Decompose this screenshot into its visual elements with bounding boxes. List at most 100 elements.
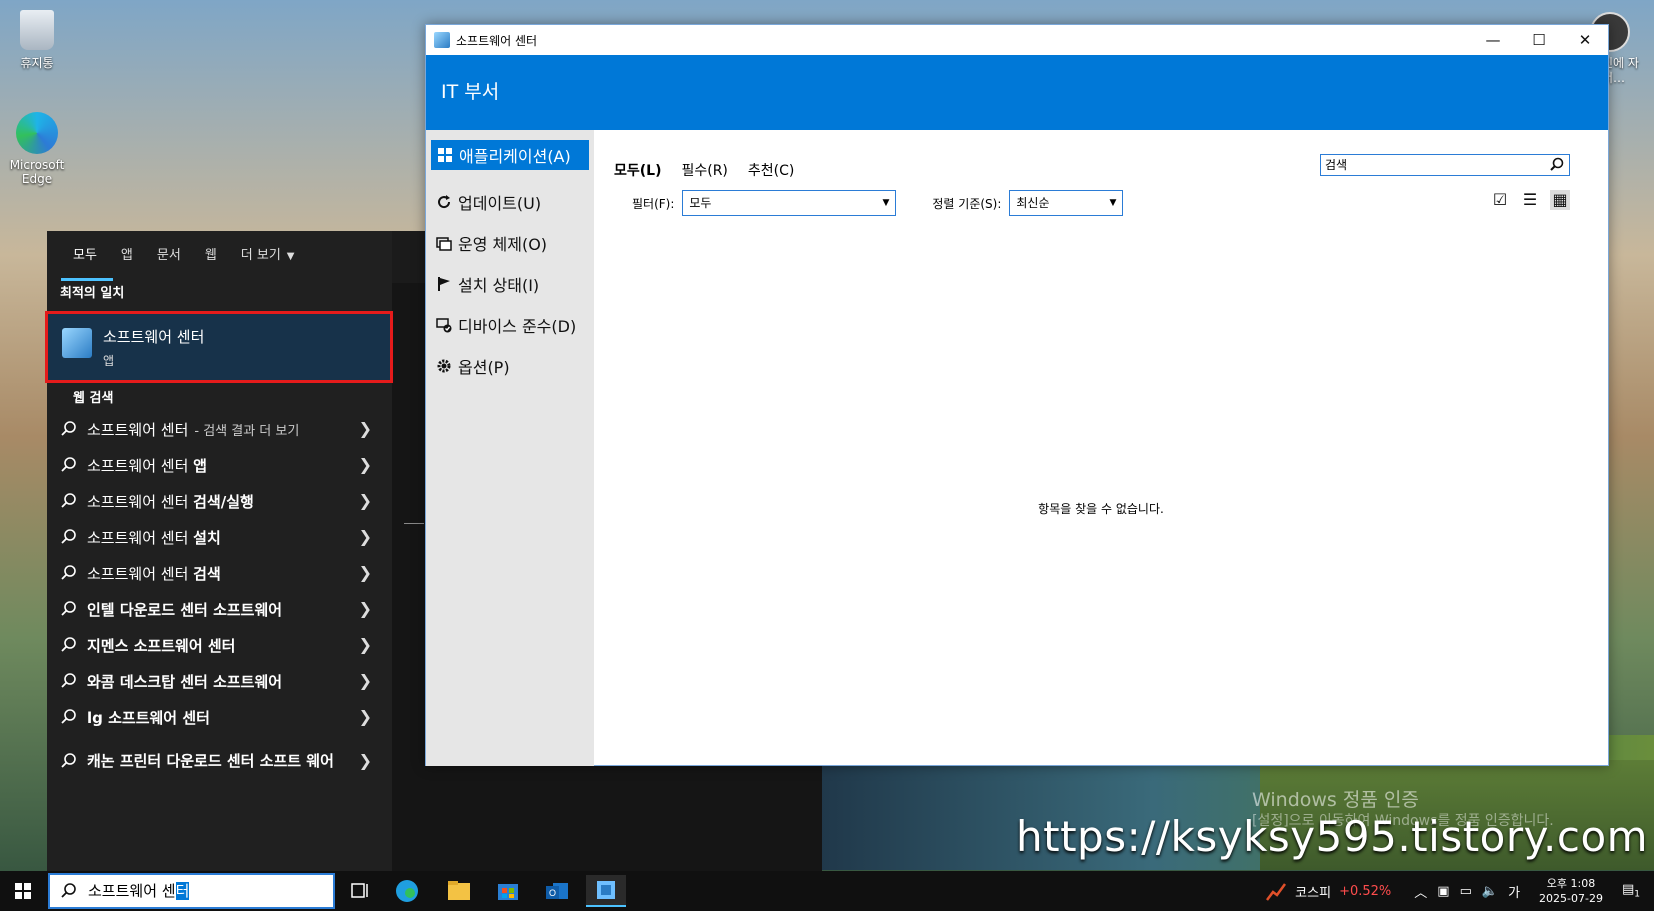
tile-view-icon[interactable]: ▦ bbox=[1550, 190, 1570, 210]
sidebar-item-device-compliance[interactable]: 디바이스 준수(D) bbox=[426, 304, 594, 345]
sidebar-item-label: 운영 체제(O) bbox=[458, 234, 548, 254]
device-check-icon bbox=[436, 317, 452, 332]
chevron-right-icon: ❯ bbox=[358, 455, 372, 474]
filter-label: 필터(F): bbox=[632, 196, 675, 211]
recycle-bin-shortcut[interactable]: 휴지통 bbox=[2, 10, 72, 71]
system-tray: 코스피 +0.52% ︿ ▣ ▭ 🔈 가 오후 1:08 2025-07-29 … bbox=[1265, 871, 1654, 911]
recycle-bin-label: 휴지통 bbox=[20, 56, 54, 70]
task-view-icon[interactable] bbox=[340, 875, 380, 907]
result-bold: 검색/실행 bbox=[193, 492, 254, 511]
software-center-taskbar-icon[interactable] bbox=[586, 875, 626, 907]
chevron-right-icon: ❯ bbox=[358, 635, 372, 654]
network-icon[interactable]: ▭ bbox=[1460, 884, 1472, 899]
best-match-result[interactable]: 소프트웨어 센터 앱 bbox=[45, 311, 393, 383]
taskbar: 소프트웨어 센터 O 코스피 +0.52% ︿ ▣ ▭ 🔈 가 오후 1:08 … bbox=[0, 871, 1654, 911]
search-icon bbox=[61, 601, 76, 616]
search-value-selected: 터 bbox=[175, 882, 190, 900]
main-content: 모두(L) 필수(R) 추천(C) 검색 필터(F): 모두 ▼ 정렬 기준(S… bbox=[594, 130, 1608, 765]
close-button[interactable]: ✕ bbox=[1562, 25, 1608, 55]
web-result[interactable]: 지멘스 소프트웨어 센터 ❯ bbox=[47, 627, 392, 663]
software-center-window: 소프트웨어 센터 — ☐ ✕ IT 부서 애플리케이션(A) 업데이트(U) 운… bbox=[425, 24, 1609, 766]
search-value: 소프트웨어 센 bbox=[88, 882, 176, 900]
tab-more[interactable]: 더 보기 ▼ bbox=[241, 231, 295, 281]
web-result[interactable]: 와콤 데스크탑 센터 소프트웨어 ❯ bbox=[47, 663, 392, 699]
minimize-button[interactable]: — bbox=[1470, 25, 1516, 55]
recycle-bin-icon bbox=[20, 10, 54, 50]
web-result[interactable]: 소프트웨어 센터 앱 ❯ bbox=[47, 447, 392, 483]
web-result[interactable]: 소프트웨어 센터 검색 ❯ bbox=[47, 555, 392, 591]
windows-start-icon[interactable] bbox=[0, 871, 46, 911]
volume-muted-icon[interactable]: 🔈 bbox=[1482, 884, 1498, 899]
stock-chart-icon[interactable] bbox=[1265, 880, 1287, 902]
sort-dropdown[interactable]: 최신순 ▼ bbox=[1009, 190, 1124, 216]
checklist-view-icon[interactable]: ☑ bbox=[1490, 190, 1510, 210]
desktop-shortcut-label: 진에 자서… bbox=[1602, 56, 1639, 85]
store-icon[interactable] bbox=[488, 875, 528, 907]
web-result[interactable]: 소프트웨어 센터 - 검색 결과 더 보기 ❯ bbox=[47, 411, 392, 447]
org-header: IT 부서 bbox=[426, 55, 1608, 130]
chevron-right-icon: ❯ bbox=[358, 419, 372, 438]
tab-required[interactable]: 필수(R) bbox=[681, 160, 727, 180]
sidebar-item-os[interactable]: 운영 체제(O) bbox=[426, 222, 594, 263]
chevron-up-icon[interactable]: ︿ bbox=[1414, 882, 1427, 901]
search-icon bbox=[61, 457, 76, 472]
empty-message: 항목을 찾을 수 없습니다. bbox=[1038, 502, 1164, 516]
best-match-heading: 최적의 일치 bbox=[60, 286, 125, 301]
clock-time: 오후 1:08 bbox=[1546, 877, 1596, 890]
sidebar-item-install-status[interactable]: 설치 상태(I) bbox=[426, 263, 594, 304]
search-icon bbox=[61, 565, 76, 580]
tab-all[interactable]: 모두 bbox=[61, 231, 113, 281]
ime-indicator[interactable]: 가 bbox=[1508, 882, 1520, 901]
best-match-name: 소프트웨어 센터 bbox=[103, 328, 205, 346]
tab-web[interactable]: 웹 bbox=[205, 231, 217, 281]
notification-icon[interactable]: ▤1 bbox=[1622, 882, 1640, 900]
security-icon[interactable]: ▣ bbox=[1437, 884, 1449, 899]
result-bold: 앱 bbox=[193, 456, 207, 475]
sidebar-item-options[interactable]: 옵션(P) bbox=[426, 345, 594, 386]
edge-shortcut[interactable]: Microsoft Edge bbox=[2, 112, 72, 186]
preview-divider bbox=[404, 523, 424, 524]
tab-all[interactable]: 모두(L) bbox=[614, 160, 661, 180]
outlook-icon[interactable]: O bbox=[537, 875, 577, 907]
edge-icon bbox=[16, 112, 58, 154]
search-icon[interactable] bbox=[1549, 157, 1565, 173]
web-result[interactable]: lg 소프트웨어 센터 ❯ bbox=[47, 699, 392, 735]
window-controls: — ☐ ✕ bbox=[1470, 25, 1608, 55]
edge-icon[interactable] bbox=[387, 875, 427, 907]
tab-documents[interactable]: 문서 bbox=[157, 231, 181, 281]
list-view-icon[interactable]: ☰ bbox=[1520, 190, 1540, 210]
search-input[interactable]: 검색 bbox=[1320, 154, 1570, 176]
window-title: 소프트웨어 센터 bbox=[456, 33, 538, 48]
web-result[interactable]: 소프트웨어 센터 설치 ❯ bbox=[47, 519, 392, 555]
web-result[interactable]: 캐논 프린터 다운로드 센터 소프트 웨어 ❯ bbox=[47, 735, 392, 787]
tab-recommended[interactable]: 추천(C) bbox=[748, 160, 794, 180]
chevron-down-icon: ▼ bbox=[286, 251, 295, 262]
sidebar-item-updates[interactable]: 업데이트(U) bbox=[426, 181, 594, 222]
web-result[interactable]: 인텔 다운로드 센터 소프트웨어 ❯ bbox=[47, 591, 392, 627]
clock[interactable]: 오후 1:08 2025-07-29 bbox=[1539, 876, 1603, 906]
result-bold: 검색 bbox=[193, 564, 221, 583]
filter-value: 모두 bbox=[689, 196, 712, 210]
filter-dropdown[interactable]: 모두 ▼ bbox=[682, 190, 897, 216]
taskbar-search-input[interactable]: 소프트웨어 센터 bbox=[48, 873, 335, 909]
search-icon bbox=[61, 709, 76, 724]
web-result[interactable]: 소프트웨어 센터 검색/실행 ❯ bbox=[47, 483, 392, 519]
chevron-down-icon: ▼ bbox=[1109, 198, 1117, 208]
chevron-right-icon: ❯ bbox=[358, 527, 372, 546]
chevron-right-icon: ❯ bbox=[358, 751, 372, 770]
best-match-type: 앱 bbox=[103, 354, 115, 368]
window-titlebar[interactable]: 소프트웨어 센터 — ☐ ✕ bbox=[426, 25, 1608, 55]
filter-tabs: 모두(L) 필수(R) 추천(C) bbox=[614, 160, 794, 180]
flag-icon bbox=[438, 276, 450, 291]
chevron-right-icon: ❯ bbox=[358, 599, 372, 618]
software-center-icon bbox=[62, 328, 92, 358]
tab-apps[interactable]: 앱 bbox=[121, 231, 133, 281]
chevron-right-icon: ❯ bbox=[358, 707, 372, 726]
gear-icon bbox=[437, 359, 451, 372]
result-text: 소프트웨어 센터 bbox=[87, 564, 189, 583]
maximize-button[interactable]: ☐ bbox=[1516, 25, 1562, 55]
sidebar-item-applications[interactable]: 애플리케이션(A) bbox=[431, 140, 589, 170]
filter-row: 필터(F): 모두 ▼ 정렬 기준(S): 최신순 ▼ bbox=[632, 190, 1124, 216]
search-icon bbox=[61, 883, 76, 898]
file-explorer-icon[interactable] bbox=[439, 875, 479, 907]
